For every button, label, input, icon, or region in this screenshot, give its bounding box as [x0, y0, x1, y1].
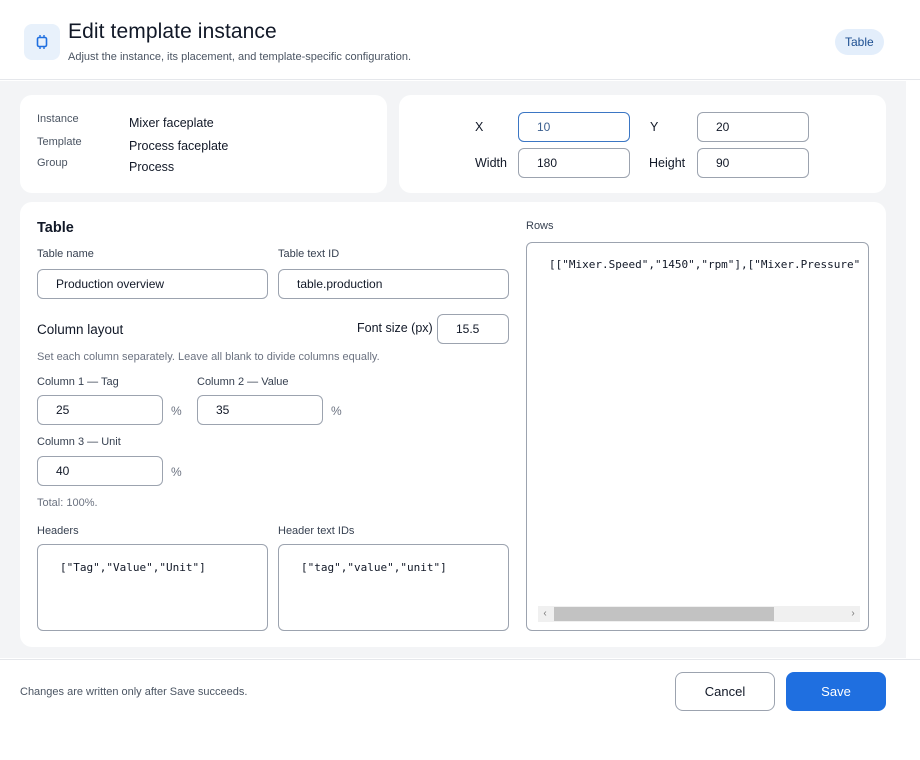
template-label: Template — [37, 136, 82, 148]
column3-percent: % — [171, 465, 182, 479]
group-value: Process — [129, 160, 175, 174]
footer-note: Changes are written only after Save succ… — [20, 686, 248, 698]
table-name-input[interactable]: Production overview — [37, 269, 268, 299]
header-text-ids-textarea[interactable]: ["tag","value","unit"] — [278, 544, 509, 631]
scrollbar-thumb[interactable] — [554, 607, 774, 621]
width-label: Width — [475, 156, 507, 170]
column3-label: Column 3 — Unit — [37, 436, 121, 448]
template-value: Process faceplate — [129, 139, 229, 153]
y-input[interactable]: 20 — [697, 112, 809, 142]
headers-textarea[interactable]: ["Tag","Value","Unit"] — [37, 544, 268, 631]
rows-textarea[interactable]: [["Mixer.Speed","1450","rpm"],["Mixer.Pr… — [526, 242, 869, 631]
column-total: Total: 100%. — [37, 497, 98, 509]
table-section-title: Table — [37, 220, 74, 236]
column2-input[interactable]: 35 — [197, 395, 323, 425]
page-subtitle: Adjust the instance, its placement, and … — [68, 51, 412, 63]
column2-label: Column 2 — Value — [197, 376, 289, 388]
table-name-label: Table name — [37, 248, 94, 260]
column1-label: Column 1 — Tag — [37, 376, 119, 388]
cancel-button[interactable]: Cancel — [675, 672, 775, 711]
headers-label: Headers — [37, 525, 79, 537]
column-layout-title: Column layout — [37, 322, 124, 337]
header-text-ids-label: Header text IDs — [278, 525, 355, 537]
dialog-footer: Changes are written only after Save succ… — [0, 659, 920, 760]
rows-label: Rows — [526, 220, 554, 232]
group-label: Group — [37, 157, 68, 169]
template-type-badge: Table — [835, 29, 884, 55]
rows-horizontal-scrollbar[interactable]: ‹ › — [538, 606, 860, 622]
page-title: Edit template instance — [68, 20, 277, 43]
scroll-left-arrow-icon[interactable]: ‹ — [538, 606, 552, 622]
scroll-right-arrow-icon[interactable]: › — [846, 606, 860, 622]
y-label: Y — [650, 120, 659, 134]
height-label: Height — [649, 156, 686, 170]
instance-value: Mixer faceplate — [129, 116, 214, 130]
column1-input[interactable]: 25 — [37, 395, 163, 425]
rows-text: [["Mixer.Speed","1450","rpm"],["Mixer.Pr… — [549, 258, 861, 271]
column-layout-help: Set each column separately. Leave all bl… — [37, 351, 380, 363]
column2-percent: % — [331, 404, 342, 418]
column3-input[interactable]: 40 — [37, 456, 163, 486]
instance-label: Instance — [37, 113, 79, 125]
width-input[interactable]: 180 — [518, 148, 630, 178]
instance-info-card: Instance Mixer faceplate Template Proces… — [20, 95, 387, 193]
font-size-label: Font size (px) — [357, 321, 433, 335]
x-input[interactable]: 10 — [518, 112, 630, 142]
table-text-id-input[interactable]: table.production — [278, 269, 509, 299]
chip-icon — [24, 24, 60, 60]
x-label: X — [475, 120, 484, 134]
save-button[interactable]: Save — [786, 672, 886, 711]
table-text-id-label: Table text ID — [278, 248, 340, 260]
font-size-input[interactable]: 15.5 — [437, 314, 509, 344]
placement-card: X 10 Y 20 Width 180 Height 90 — [399, 95, 886, 193]
column1-percent: % — [171, 404, 182, 418]
height-input[interactable]: 90 — [697, 148, 809, 178]
dialog-header: Edit template instance Adjust the instan… — [0, 0, 920, 80]
